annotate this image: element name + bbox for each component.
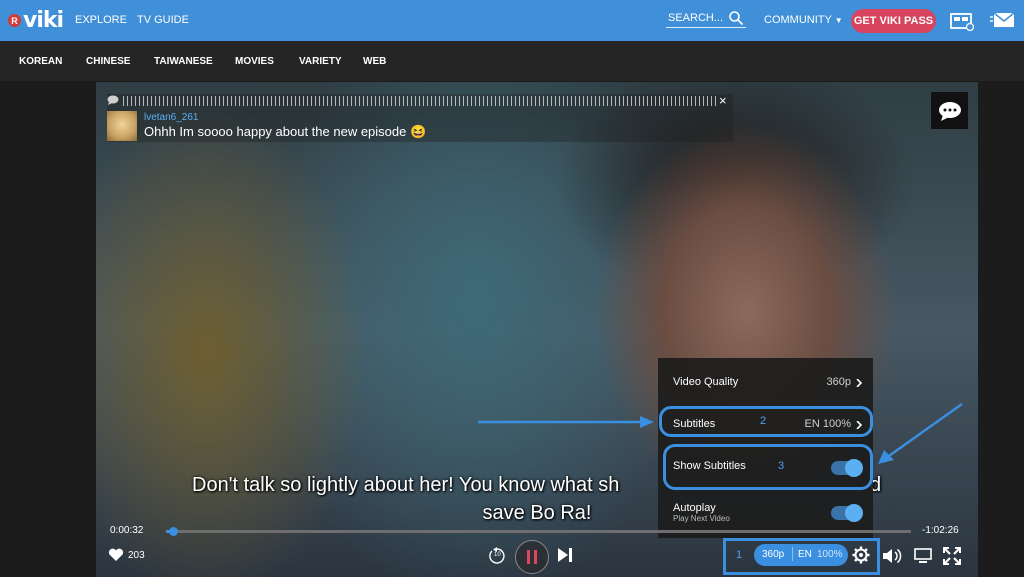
comment-username[interactable]: lvetan6_261 (144, 112, 199, 123)
elapsed-time: 0:00:32 (110, 525, 144, 536)
replay-10-label: 10 (494, 552, 501, 558)
fullscreen-icon[interactable] (943, 547, 961, 565)
annotation-number-1: 1 (736, 549, 743, 561)
autoplay-sublabel: Play Next Video (673, 514, 730, 523)
subnav-taiwanese[interactable]: TAIWANESE (154, 56, 213, 67)
language-pill-value: EN (798, 549, 812, 560)
viki-logo[interactable]: R viki (8, 8, 64, 33)
theater-mode-icon[interactable] (914, 548, 932, 564)
logo-text: viki (23, 8, 64, 33)
comment-timeline (123, 96, 719, 106)
category-nav: KOREAN CHINESE TAIWANESE MOVIES VARIETY … (0, 41, 1024, 81)
volume-icon[interactable] (883, 548, 903, 564)
subnav-korean[interactable]: KOREAN (19, 56, 62, 67)
comment-bubble-icon (107, 95, 119, 105)
heart-icon[interactable] (108, 548, 124, 562)
remaining-time: -1:02:26 (922, 525, 959, 536)
search-field[interactable]: SEARCH... (666, 10, 746, 28)
like-count: 203 (128, 550, 145, 561)
pause-icon (527, 550, 537, 564)
pill-divider (792, 547, 793, 561)
quality-language-pill[interactable]: 360p EN 100% (754, 544, 848, 566)
timed-comment: × lvetan6_261 Ohhh Im soooo happy about … (107, 93, 733, 142)
subnav-web[interactable]: WEB (363, 56, 386, 67)
progress-handle[interactable] (169, 527, 179, 536)
annotation-number-2: 2 (760, 415, 767, 427)
video-quality-label: Video Quality (673, 376, 739, 388)
mail-icon[interactable] (990, 11, 1016, 29)
search-icon[interactable] (728, 10, 744, 26)
chat-button[interactable] (931, 92, 968, 129)
annotation-arrow-diagonal-icon (878, 402, 963, 464)
video-quality-value: 360p (826, 376, 851, 388)
menu-video-quality[interactable]: Video Quality 360p (658, 376, 873, 392)
community-label: COMMUNITY (764, 14, 832, 26)
chevron-right-icon (856, 379, 863, 387)
search-placeholder: SEARCH... (668, 12, 724, 24)
autoplay-label: Autoplay (673, 502, 716, 514)
nav-tv-guide[interactable]: TV GUIDE (137, 14, 189, 26)
progress-bar[interactable] (166, 527, 911, 536)
annotation-arrow-right-icon (478, 416, 654, 428)
quality-pill-value: 360p (762, 549, 785, 560)
subtitle-line-1: Don't talk so lightly about her! You kno… (192, 474, 620, 496)
video-player[interactable]: × lvetan6_261 Ohhh Im soooo happy about … (96, 82, 978, 577)
caret-down-icon: ▼ (834, 16, 843, 25)
community-menu[interactable]: COMMUNITY ▼ (764, 14, 843, 26)
tv-schedule-icon[interactable] (950, 11, 974, 31)
annotation-number-3: 3 (778, 460, 785, 472)
close-comments-button[interactable]: × (719, 93, 727, 108)
annotation-box-show-subtitles (663, 444, 873, 490)
chat-bubble-icon (938, 101, 961, 121)
pause-button[interactable] (515, 540, 549, 574)
subnav-variety[interactable]: VARIETY (299, 56, 342, 67)
get-viki-pass-button[interactable]: GET VIKI PASS (851, 9, 936, 33)
subnav-movies[interactable]: MOVIES (235, 56, 274, 67)
comment-text: Ohhh Im soooo happy about the new episod… (144, 124, 427, 139)
logo-badge: R (8, 14, 21, 27)
language-pill-percent: 100% (817, 549, 843, 560)
skip-next-icon[interactable] (558, 548, 572, 562)
autoplay-toggle[interactable] (831, 504, 863, 522)
subnav-chinese[interactable]: CHINESE (86, 56, 130, 67)
gear-icon[interactable] (852, 546, 870, 564)
menu-autoplay[interactable]: Autoplay Play Next Video (658, 502, 873, 532)
top-header: R viki EXPLORE TV GUIDE SEARCH... COMMUN… (0, 0, 1024, 41)
nav-explore[interactable]: EXPLORE (75, 14, 127, 26)
avatar (107, 111, 137, 141)
